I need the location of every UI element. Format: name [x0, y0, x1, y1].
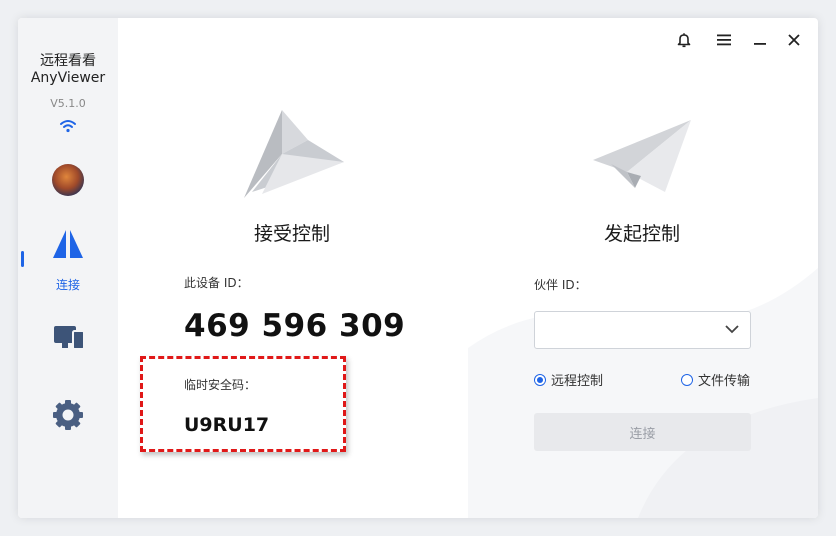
app-name-cn: 远程看看 — [40, 53, 96, 69]
file-transfer-label: 文件传输 — [698, 374, 751, 389]
sidebar-item-devices[interactable] — [51, 323, 87, 353]
close-icon[interactable] — [784, 30, 804, 50]
file-transfer-radio[interactable]: 文件传输 — [681, 370, 750, 389]
device-id-label: 此设备 ID： — [184, 276, 249, 290]
sidebar: 远程看看 AnyViewer V5.1.0 连接 — [18, 18, 118, 518]
remote-control-radio[interactable]: 远程控制 — [534, 370, 603, 389]
remote-control-label: 远程控制 — [551, 374, 604, 389]
main-panel: 接受控制 发起控制 此设备 ID： 469 596 309 临时安全码： U9R… — [118, 18, 818, 518]
initiate-control-title: 发起控制 — [603, 223, 680, 245]
temp-code-highlight — [140, 356, 346, 452]
app-name-en: AnyViewer — [30, 70, 106, 86]
bell-icon[interactable] — [674, 30, 694, 50]
sidebar-item-settings[interactable] — [51, 398, 85, 432]
sidebar-item-connect-label: 连接 — [55, 278, 80, 292]
screens-icon — [54, 326, 85, 350]
device-id-value: 469 596 309 — [184, 308, 406, 344]
temp-code-label: 临时安全码： — [184, 378, 257, 392]
avatar[interactable] — [52, 164, 84, 196]
menu-icon[interactable] — [714, 30, 734, 50]
partner-id-label: 伙伴 ID： — [534, 278, 587, 292]
gear-icon — [53, 400, 83, 430]
connect-icon — [53, 230, 83, 258]
version-label: V5.1.0 — [50, 97, 86, 110]
nav-active-indicator — [21, 251, 24, 267]
receive-control-title: 接受控制 — [253, 223, 330, 245]
receive-plane-icon — [244, 110, 344, 198]
chevron-down-icon[interactable] — [725, 324, 739, 334]
wifi-icon — [58, 118, 78, 134]
radio-selected-icon — [534, 373, 546, 386]
temp-code-value: U9RU17 — [184, 414, 270, 436]
app-window: 远程看看 AnyViewer V5.1.0 连接 接受控制 发起控制 此设备 I… — [18, 18, 818, 518]
radio-unselected-icon — [681, 373, 693, 386]
partner-id-input[interactable] — [534, 311, 751, 349]
minimize-icon[interactable] — [750, 30, 770, 50]
initiate-plane-icon — [593, 120, 691, 192]
sidebar-item-connect[interactable]: 连接 — [48, 229, 88, 295]
connect-button[interactable]: 连接 — [534, 413, 751, 451]
